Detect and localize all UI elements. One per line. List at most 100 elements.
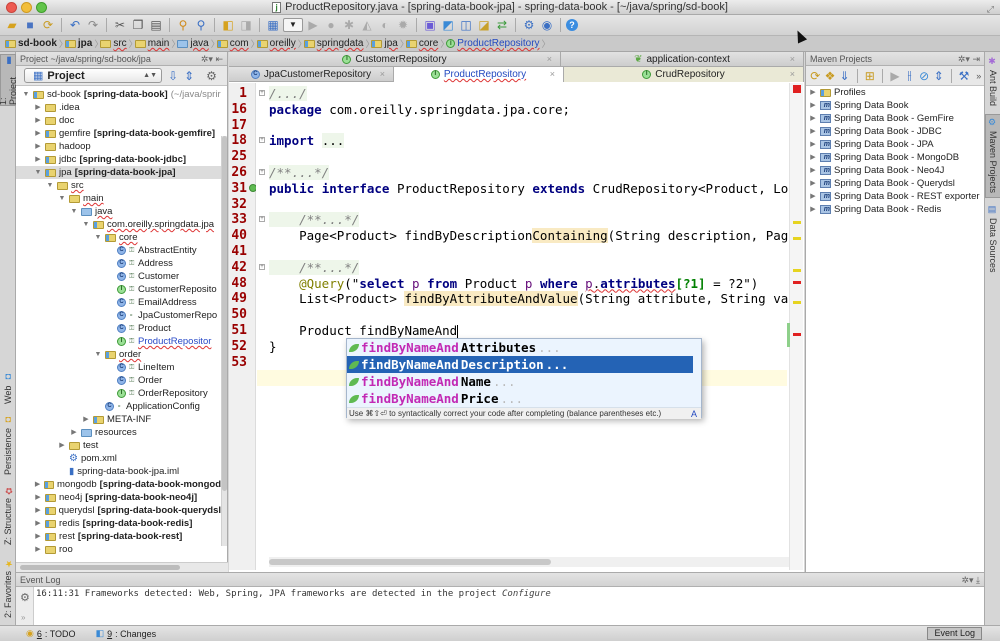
- warning-marker[interactable]: [793, 237, 801, 240]
- warning-marker[interactable]: [793, 221, 801, 224]
- tree-item[interactable]: ▶ .idea: [16, 101, 221, 114]
- completion-item[interactable]: findByNameAnd Attributes...: [347, 339, 701, 356]
- completion-item[interactable]: findByNameAnd Price...: [347, 390, 701, 407]
- tab-application-context[interactable]: ❦ application-context ×: [561, 52, 804, 67]
- collapsed-arrow-icon[interactable]: ▶: [34, 530, 42, 543]
- help-icon[interactable]: ?: [566, 19, 578, 31]
- fold-expand-icon[interactable]: +: [259, 169, 265, 175]
- breadcrumb-item[interactable]: oreilly: [255, 37, 307, 50]
- collapsed-arrow-icon[interactable]: ▶: [34, 127, 42, 140]
- find-icon[interactable]: ⚲: [175, 17, 191, 33]
- tree-item[interactable]: ▼ java: [16, 205, 221, 218]
- maven-project-item[interactable]: ▶ m Spring Data Book - REST exporter: [806, 190, 984, 203]
- settings-icon[interactable]: ⚙: [20, 591, 30, 604]
- scrollbar-thumb[interactable]: [20, 565, 180, 570]
- tree-item[interactable]: ▶C∘JpaCustomerRepo: [16, 309, 221, 322]
- expanded-arrow-icon[interactable]: ▼: [22, 88, 30, 101]
- tab-crud-repository[interactable]: I CrudRepository ×: [564, 67, 804, 82]
- tree-item[interactable]: ▼ sd-book [spring-data-book] (~/java/sprir: [16, 88, 221, 101]
- expanded-arrow-icon[interactable]: ▼: [94, 231, 102, 244]
- collapsed-arrow-icon[interactable]: ▶: [34, 114, 42, 127]
- close-tab-icon[interactable]: ×: [380, 67, 385, 82]
- attach-icon[interactable]: ◐: [377, 17, 393, 33]
- project-structure-icon[interactable]: ▦: [265, 17, 281, 33]
- collapsed-arrow-icon[interactable]: ▶: [809, 164, 817, 177]
- hide-panel-icon[interactable]: ⇤: [215, 54, 223, 64]
- collapsed-arrow-icon[interactable]: ▶: [58, 439, 66, 452]
- tree-item[interactable]: ▼ src: [16, 179, 221, 192]
- tree-item[interactable]: ▶ doc: [16, 114, 221, 127]
- tree-item[interactable]: ▶▮spring-data-book-jpa.iml: [16, 465, 221, 478]
- tree-item[interactable]: ▶C⚿Order: [16, 374, 221, 387]
- collapsed-arrow-icon[interactable]: ▶: [34, 140, 42, 153]
- profile-icon[interactable]: ◭: [359, 17, 375, 33]
- close-tab-icon[interactable]: ×: [550, 67, 555, 82]
- tree-item[interactable]: ▶ redis [spring-data-book-redis]: [16, 517, 221, 530]
- tree-item[interactable]: ▶I⚿OrderRepository: [16, 387, 221, 400]
- tree-item[interactable]: ▶ resources: [16, 426, 221, 439]
- completion-item[interactable]: findByNameAnd Name...: [347, 373, 701, 390]
- expanded-arrow-icon[interactable]: ▼: [82, 218, 90, 231]
- collapsed-arrow-icon[interactable]: ▶: [70, 426, 78, 439]
- debug-icon[interactable]: ●: [323, 17, 339, 33]
- breadcrumb-item[interactable]: com: [215, 37, 260, 50]
- gear-icon[interactable]: ✲▾: [958, 54, 970, 64]
- hide-panel-icon[interactable]: ⤓: [976, 575, 980, 585]
- collapsed-arrow-icon[interactable]: ▶: [34, 101, 42, 114]
- tree-item[interactable]: ▶C⚿LineItem: [16, 361, 221, 374]
- tool-tab-persistence[interactable]: Persistence ◘: [0, 414, 16, 476]
- tree-item[interactable]: ▶ jdbc [spring-data-book-jdbc]: [16, 153, 221, 166]
- server-icon[interactable]: ◉: [539, 17, 555, 33]
- gear-icon[interactable]: ✲▾: [961, 575, 973, 585]
- generate-sources-icon[interactable]: ❖: [825, 68, 836, 84]
- skip-tests-icon[interactable]: ⊘: [919, 68, 930, 84]
- tab-jpa-customer-repository[interactable]: C JpaCustomerRepository ×: [229, 67, 394, 82]
- collapse-all-icon[interactable]: ⇕: [933, 68, 944, 84]
- tree-item[interactable]: ▼ com.oreilly.springdata.jpa: [16, 218, 221, 231]
- build-icon[interactable]: ✹: [395, 17, 411, 33]
- tool-tab-ant-build[interactable]: ✱ Ant Build: [985, 56, 1000, 108]
- warning-marker[interactable]: [793, 301, 801, 304]
- close-window-button[interactable]: [6, 2, 17, 13]
- run-icon[interactable]: ▶: [305, 17, 321, 33]
- tool-tab-maven-projects[interactable]: ⚙ Maven Projects: [985, 114, 1000, 198]
- collapsed-arrow-icon[interactable]: ▶: [34, 517, 42, 530]
- maven-project-item[interactable]: ▶ m Spring Data Book - Redis: [806, 203, 984, 216]
- scrollbar-thumb[interactable]: [222, 136, 227, 491]
- tree-item[interactable]: ▶ rest [spring-data-book-rest]: [16, 530, 221, 543]
- collapsed-arrow-icon[interactable]: ▶: [82, 413, 90, 426]
- collapsed-arrow-icon[interactable]: ▶: [809, 138, 817, 151]
- tool-tab-project[interactable]: 1: Project ▮: [0, 54, 18, 106]
- maven-project-item[interactable]: ▶ m Spring Data Book: [806, 99, 984, 112]
- tree-item[interactable]: ▼ jpa [spring-data-book-jpa]: [16, 166, 221, 179]
- tree-item[interactable]: ▶ META-INF: [16, 413, 221, 426]
- maven-project-item[interactable]: ▶ m Spring Data Book - JDBC: [806, 125, 984, 138]
- expanded-arrow-icon[interactable]: ▼: [58, 192, 66, 205]
- collapsed-arrow-icon[interactable]: ▶: [34, 478, 41, 491]
- collapsed-arrow-icon[interactable]: ▶: [34, 491, 42, 504]
- tab-customer-repository[interactable]: I CustomerRepository ×: [229, 52, 561, 67]
- breadcrumb-item[interactable]: main: [133, 37, 180, 50]
- tool-tab-data-sources[interactable]: ▤ Data Sources: [985, 204, 1000, 274]
- maven-project-item[interactable]: ▶ m Spring Data Book - GemFire: [806, 112, 984, 125]
- settings-icon[interactable]: ⚙: [206, 69, 217, 83]
- breadcrumb-item[interactable]: sd-book: [3, 37, 68, 50]
- warning-marker[interactable]: [793, 269, 801, 272]
- scroll-from-source-icon[interactable]: ⇩: [168, 69, 178, 83]
- back-icon[interactable]: ◧: [220, 17, 236, 33]
- todo-tool-button[interactable]: ◉ 6: TODO: [26, 628, 76, 639]
- maven-project-item[interactable]: ▶ Profiles: [806, 86, 984, 99]
- add-icon[interactable]: ⊞: [865, 68, 876, 84]
- undo-icon[interactable]: ↶: [67, 17, 83, 33]
- run-coverage-icon[interactable]: ✱: [341, 17, 357, 33]
- tree-horizontal-scrollbar[interactable]: [16, 562, 228, 572]
- tree-item[interactable]: ▶ hadoop: [16, 140, 221, 153]
- tool-tab-structure[interactable]: Z: Structure ✿: [0, 484, 16, 546]
- cut-icon[interactable]: ✂: [112, 17, 128, 33]
- maven-project-item[interactable]: ▶ m Spring Data Book - Querydsl: [806, 177, 984, 190]
- error-marker[interactable]: [793, 281, 801, 284]
- maven-project-item[interactable]: ▶ m Spring Data Book - JPA: [806, 138, 984, 151]
- settings-icon[interactable]: ◩: [440, 17, 456, 33]
- make-icon[interactable]: ▣: [422, 17, 438, 33]
- changes-tool-button[interactable]: ◧ 9: Changes: [96, 628, 157, 639]
